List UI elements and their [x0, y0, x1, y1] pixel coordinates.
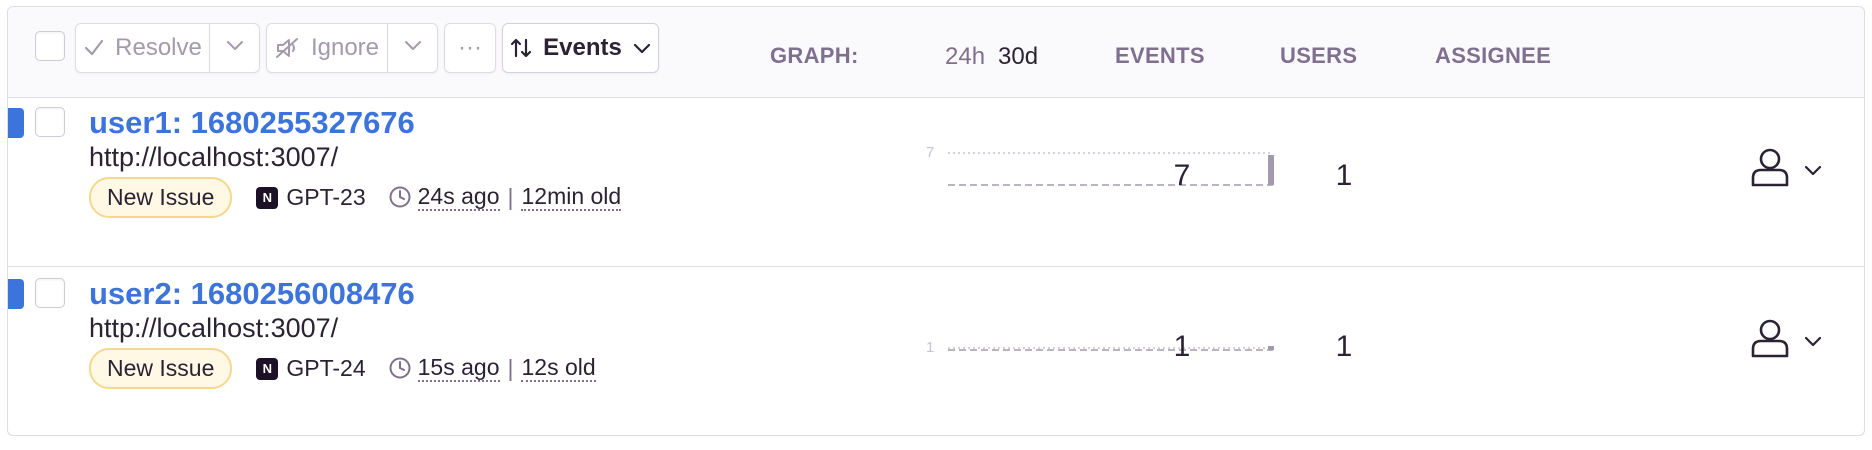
chevron-down-icon: [1802, 159, 1824, 181]
short-id-label: GPT-24: [286, 355, 366, 381]
time-separator: |: [507, 354, 514, 381]
ignore-options-button[interactable]: [388, 23, 438, 73]
issue-row[interactable]: user1: 1680255327676 http://localhost:30…: [8, 99, 1864, 267]
unread-marker: [8, 279, 24, 309]
issue-row[interactable]: user2: 1680256008476 http://localhost:30…: [8, 268, 1864, 435]
clock-icon: [388, 356, 412, 380]
issue-title[interactable]: user1: 1680255327676: [89, 105, 415, 141]
ignore-button[interactable]: Ignore: [266, 23, 388, 73]
first-seen-age[interactable]: 12min old: [521, 183, 622, 212]
range-24h-tab[interactable]: 24h: [945, 43, 985, 71]
resolve-button[interactable]: Resolve: [75, 23, 210, 73]
last-seen[interactable]: 24s ago: [417, 183, 500, 212]
time-separator: |: [507, 183, 514, 210]
status-badge: New Issue: [89, 177, 233, 218]
issue-checkbox[interactable]: [35, 107, 65, 137]
sort-by-button[interactable]: Events: [502, 23, 659, 73]
chevron-down-icon: [1802, 330, 1824, 352]
mute-icon: [275, 36, 301, 60]
first-seen-age[interactable]: 12s old: [521, 354, 596, 383]
unread-marker: [8, 108, 24, 138]
user-icon: [1748, 145, 1792, 194]
issue-list-header: Resolve Ignore ··· Events GRAPH: 24h 30d…: [8, 7, 1864, 98]
range-30d-tab[interactable]: 30d: [998, 43, 1038, 71]
graph-bar: [1268, 155, 1274, 185]
users-count[interactable]: 1: [1314, 330, 1374, 364]
events-column-label: EVENTS: [1115, 43, 1205, 68]
issue-title[interactable]: user2: 1680256008476: [89, 276, 415, 312]
issue-url: http://localhost:3007/: [89, 142, 339, 172]
project-short-id[interactable]: N GPT-24: [256, 355, 366, 382]
sort-icon: [509, 36, 533, 60]
select-all-checkbox[interactable]: [35, 31, 65, 61]
clock-icon: [388, 185, 412, 209]
chevron-down-icon: [632, 38, 652, 58]
timestamps: 24s ago | 12min old: [388, 183, 622, 212]
timestamps: 15s ago | 12s old: [388, 354, 596, 383]
more-actions-label: ···: [458, 34, 482, 61]
users-column-label: USERS: [1280, 43, 1358, 68]
status-badge: New Issue: [89, 348, 233, 389]
graph-bar: [1268, 346, 1274, 350]
users-count[interactable]: 1: [1314, 159, 1374, 193]
sort-label: Events: [543, 34, 622, 61]
user-icon: [1748, 316, 1792, 365]
issue-checkbox[interactable]: [35, 278, 65, 308]
more-actions-button[interactable]: ···: [444, 23, 496, 73]
events-count[interactable]: 1: [1152, 330, 1212, 364]
issue-list: Resolve Ignore ··· Events GRAPH: 24h 30d…: [7, 6, 1865, 436]
short-id-label: GPT-23: [286, 184, 366, 210]
assignee-selector[interactable]: [1748, 145, 1824, 194]
events-count[interactable]: 7: [1152, 159, 1212, 193]
assignee-column-label: ASSIGNEE: [1435, 43, 1552, 68]
project-platform-icon: N: [256, 186, 279, 209]
issue-url: http://localhost:3007/: [89, 313, 339, 343]
assignee-selector[interactable]: [1748, 316, 1824, 365]
events-sparkline: 1: [926, 339, 1274, 354]
chevron-down-icon: [403, 34, 423, 62]
last-seen[interactable]: 15s ago: [417, 354, 500, 383]
issue-meta: New Issue N GPT-24 15s ago | 12s old: [89, 348, 596, 389]
ignore-label: Ignore: [310, 34, 380, 61]
project-platform-icon: N: [256, 357, 279, 380]
resolve-options-button[interactable]: [210, 23, 260, 73]
graph-max-label: 1: [926, 339, 934, 354]
resolve-label: Resolve: [115, 34, 202, 61]
graph-max-label: 7: [926, 144, 934, 161]
checkmark-icon: [83, 37, 105, 59]
events-sparkline: 7: [926, 144, 1274, 186]
chevron-down-icon: [225, 34, 245, 62]
project-short-id[interactable]: N GPT-23: [256, 184, 366, 211]
issue-meta: New Issue N GPT-23 24s ago | 12min old: [89, 177, 622, 218]
graph-column-label: GRAPH:: [770, 43, 859, 68]
